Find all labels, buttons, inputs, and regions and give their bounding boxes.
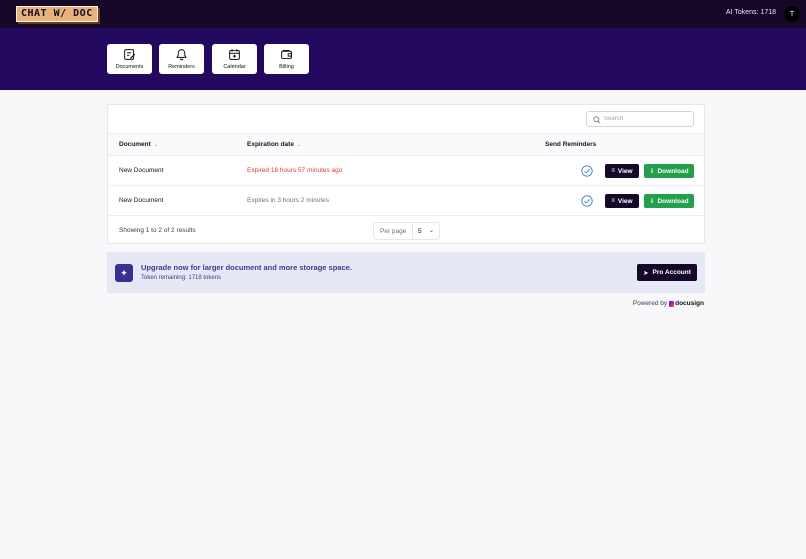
powered-by-label: Powered by: [632, 300, 668, 307]
per-page-value: 5: [418, 228, 422, 235]
per-page-select[interactable]: Per page 5 ⌄: [373, 222, 440, 240]
search-input[interactable]: [604, 114, 690, 124]
docusign-brand-text: docusign: [675, 300, 704, 307]
nav-billing-label: Billing: [279, 64, 294, 70]
search-box[interactable]: [586, 111, 694, 127]
view-button-label: View: [617, 167, 633, 175]
nav-reminders-button[interactable]: Reminders: [159, 44, 204, 74]
reminder-check-icon[interactable]: [581, 195, 593, 207]
per-page-divider: [412, 223, 413, 239]
bell-icon: [176, 49, 187, 61]
search-icon: [593, 116, 601, 124]
document-edit-icon: [124, 49, 136, 60]
column-expiration-sort[interactable]: Expiration date ⌄: [247, 141, 301, 148]
top-bar: CHAT W/ DOC AI Tokens: 1718 T: [0, 0, 806, 28]
rocket-icon: ➤: [643, 269, 649, 277]
chevron-down-icon: ⌄: [429, 228, 435, 234]
download-icon: ⇩: [649, 168, 655, 175]
table-row: New Document Expires in 3 hours 2 minute…: [108, 186, 704, 216]
expiration-status: Expired 18 hours 57 minutes ago: [247, 167, 343, 174]
avatar[interactable]: T: [784, 6, 800, 22]
view-button-label: View: [617, 197, 633, 205]
calendar-icon: [229, 49, 240, 60]
column-reminders-text: Send Reminders: [545, 141, 597, 148]
results-summary: Showing 1 to 2 of 2 results: [119, 227, 196, 234]
table-row: New Document Expired 18 hours 57 minutes…: [108, 156, 704, 186]
column-document-label: Document: [119, 141, 151, 148]
chevron-down-icon: ⌄: [153, 141, 158, 148]
nav-calendar-button[interactable]: Calendar: [212, 44, 257, 74]
pro-account-button[interactable]: ➤ Pro Account: [637, 264, 697, 281]
tokens-remaining: Token remaining: 1718 tokens: [141, 275, 222, 281]
upgrade-banner: ✦ Upgrade now for larger document and mo…: [107, 252, 705, 293]
download-button[interactable]: ⇩ Download: [644, 164, 694, 178]
nav-calendar-label: Calendar: [223, 64, 246, 70]
view-button[interactable]: ≡ View: [605, 194, 639, 208]
column-expiration-label: Expiration date: [247, 141, 294, 148]
docusign-logo[interactable]: docusign: [669, 300, 704, 307]
documents-table-card: Document ⌄ Expiration date ⌄ Send Remind…: [107, 104, 705, 244]
per-page-label: Per page: [380, 228, 407, 235]
sparkles-icon: ✦: [115, 264, 133, 282]
column-reminders-label: Send Reminders: [545, 141, 596, 148]
download-icon: ⇩: [649, 198, 655, 205]
document-name: New Document: [119, 197, 164, 204]
app-logo[interactable]: CHAT W/ DOC: [16, 6, 98, 22]
nav-billing-button[interactable]: Billing: [264, 44, 309, 74]
document-name: New Document: [119, 167, 164, 174]
reminder-check-icon[interactable]: [581, 165, 593, 177]
download-button-label: Download: [657, 197, 689, 205]
upgrade-title: Upgrade now for larger document and more…: [141, 263, 352, 272]
column-document-sort[interactable]: Document ⌄: [119, 141, 158, 148]
ai-tokens-label: AI Tokens: 1718: [725, 9, 776, 16]
nav-reminders-label: Reminders: [168, 64, 195, 70]
pro-account-label: Pro Account: [652, 269, 691, 276]
wallet-icon: [281, 49, 292, 60]
table-header: Document ⌄ Expiration date ⌄ Send Remind…: [108, 133, 704, 156]
list-icon: ≡: [611, 198, 615, 204]
nav-documents-label: Documents: [115, 64, 144, 70]
list-icon: ≡: [611, 168, 615, 174]
expiration-status: Expires in 3 hours 2 minutes: [247, 197, 330, 204]
view-button[interactable]: ≡ View: [605, 164, 639, 178]
chevron-down-icon: ⌄: [296, 141, 302, 148]
docusign-mark-icon: [669, 300, 675, 307]
download-button[interactable]: ⇩ Download: [644, 194, 694, 208]
download-button-label: Download: [657, 167, 689, 175]
powered-by: Powered by docusign: [633, 300, 704, 307]
nav-documents-button[interactable]: Documents: [107, 44, 152, 74]
nav-band: Documents Reminders Calendar Billing: [0, 28, 806, 90]
